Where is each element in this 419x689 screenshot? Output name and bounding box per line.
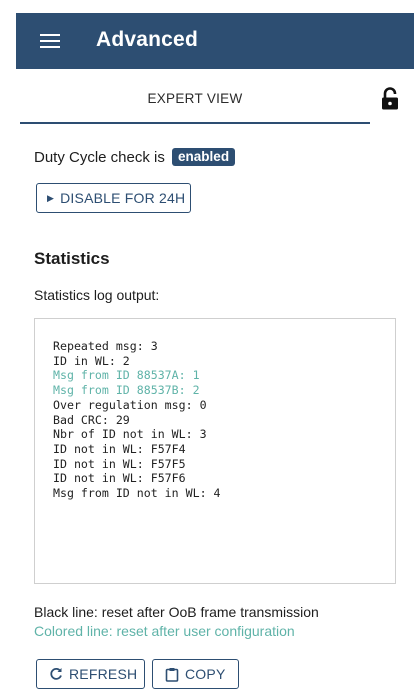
refresh-button[interactable]: REFRESH <box>36 659 145 689</box>
log-line: ID not in WL: F57F5 <box>53 456 186 471</box>
statistics-log-output[interactable]: Repeated msg: 3 ID in WL: 2 Msg from ID 88… <box>34 318 396 584</box>
log-line: Nbr of ID not in WL: 3 <box>53 427 207 442</box>
log-line: Repeated msg: 3 <box>53 339 158 353</box>
status-badge: enabled <box>172 148 236 166</box>
duty-cycle-status: Duty Cycle check is enabled <box>34 148 236 166</box>
log-line: ID in WL: 2 <box>53 353 130 368</box>
disable-24h-button[interactable]: ▶ DISABLE FOR 24H <box>36 183 191 213</box>
log-line: Msg from ID 88537A: 1 <box>53 368 200 383</box>
hamburger-menu-icon[interactable] <box>40 31 62 51</box>
copy-button[interactable]: COPY <box>152 659 239 689</box>
tab-bar: EXPERT VIEW <box>16 69 414 125</box>
play-arrow-icon: ▶ <box>47 192 55 203</box>
log-line: Msg from ID 88537B: 2 <box>53 383 200 398</box>
legend-colored-line: Colored line: reset after user configura… <box>34 623 295 639</box>
lock-open-icon[interactable] <box>379 87 401 111</box>
log-line: Msg from ID not in WL: 4 <box>53 486 221 501</box>
log-line: Bad CRC: 29 <box>53 412 130 427</box>
duty-cycle-label: Duty Cycle check is <box>34 149 165 166</box>
log-output-label: Statistics log output: <box>34 287 160 303</box>
refresh-icon <box>50 667 62 680</box>
page-title: Advanced <box>96 28 198 51</box>
clipboard-icon <box>165 667 179 682</box>
tab-expert-view[interactable]: EXPERT VIEW <box>20 69 370 125</box>
app-bar: Advanced <box>16 13 414 69</box>
disable-button-label: DISABLE FOR 24H <box>60 190 186 206</box>
log-line: ID not in WL: F57F6 <box>53 471 186 486</box>
copy-button-label: COPY <box>185 666 226 682</box>
tab-active-indicator <box>20 122 370 124</box>
log-line: ID not in WL: F57F4 <box>53 441 186 456</box>
statistics-heading: Statistics <box>34 249 110 268</box>
log-line: Over regulation msg: 0 <box>53 397 207 412</box>
legend-black-line: Black line: reset after OoB frame transm… <box>34 604 319 620</box>
refresh-button-label: REFRESH <box>69 666 138 682</box>
